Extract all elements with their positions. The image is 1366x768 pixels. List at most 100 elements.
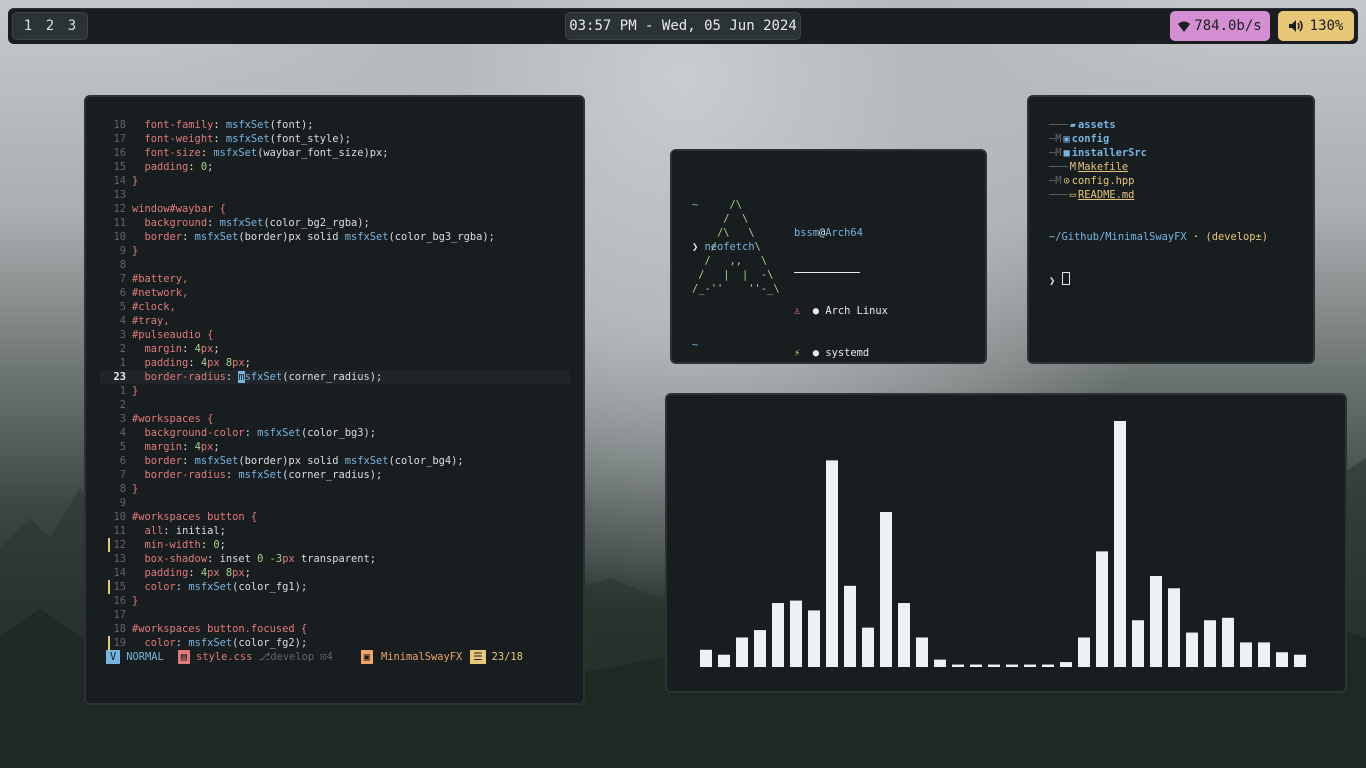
file-name: README.md — [1078, 189, 1135, 201]
line-number: 8 — [119, 259, 126, 271]
code-line[interactable]: 1} — [100, 384, 570, 398]
code-buffer[interactable]: 18 font-family: msfxSet(font); 17 font-we… — [100, 118, 570, 650]
wifi-icon — [1178, 21, 1191, 32]
workspace-3[interactable]: 3 — [66, 18, 78, 34]
arch-logo: /\ / \ /\ \ / \ / ,, \ / | | -\ /_-'' ''… — [692, 199, 780, 295]
prompt-line-2[interactable]: ❯ — [1049, 272, 1268, 288]
line-text: padding: 4px 8px; — [144, 567, 251, 579]
code-line[interactable]: 23 border-radius: msfxSet(corner_radius)… — [100, 370, 570, 384]
code-line[interactable]: 18 font-family: msfxSet(font); — [100, 118, 570, 132]
file-entry[interactable]: ─M ▣ config — [1049, 132, 1147, 146]
code-line[interactable]: 5 #clock, — [100, 300, 570, 314]
visualizer-bar — [1114, 421, 1126, 667]
code-line[interactable]: 3 #pulseaudio { — [100, 328, 570, 342]
line-number: 13 — [113, 189, 126, 201]
tree-prefix: ─── — [1049, 161, 1068, 173]
code-line[interactable]: 9} — [100, 244, 570, 258]
prompt-tilde-2: ~ — [692, 339, 699, 351]
tree-prefix: ─── — [1049, 189, 1068, 201]
workspace-2[interactable]: 2 — [44, 18, 56, 34]
line-text: #workspaces { — [132, 413, 214, 425]
code-line[interactable]: 6 border: msfxSet(border)px solid msfxSe… — [100, 454, 570, 468]
code-line[interactable]: 12 window#waybar { — [100, 202, 570, 216]
code-line[interactable]: 10 border: msfxSet(border)px solid msfxS… — [100, 230, 570, 244]
line-number: 6 — [119, 287, 126, 299]
volume-module[interactable]: 130% — [1278, 11, 1354, 41]
visualizer-bar — [1042, 664, 1054, 667]
neofetch-terminal[interactable]: ~ ❯ neofetch /\ / \ /\ \ / \ / ,, \ / | … — [670, 149, 987, 364]
code-line[interactable]: 14 padding: 4px 8px; — [100, 566, 570, 580]
markdown-icon: ▭ — [1069, 189, 1077, 201]
line-text: font-weight: msfxSet(font_style); — [144, 133, 351, 145]
code-line[interactable]: 19 color: msfxSet(color_fg2); — [100, 636, 570, 650]
line-text: color: msfxSet(color_fg1); — [144, 581, 308, 593]
file-name: config.hpp — [1071, 175, 1135, 187]
code-line[interactable]: 8} — [100, 482, 570, 496]
workspace-1[interactable]: 1 — [22, 18, 34, 34]
audio-visualizer-window[interactable] — [665, 393, 1347, 693]
code-line[interactable]: 11 background: msfxSet(color_bg2_rgba); — [100, 216, 570, 230]
line-number: 12 — [113, 539, 126, 551]
code-line[interactable]: 2 margin: 4px; — [100, 342, 570, 356]
file-entry[interactable]: ─M ⊙ config.hpp — [1049, 174, 1147, 188]
code-line[interactable]: 5 margin: 4px; — [100, 440, 570, 454]
tree-prefix: ─M — [1049, 175, 1062, 187]
file-entry[interactable]: ─── ▭ README.md — [1049, 188, 1147, 202]
code-line[interactable]: 4 #tray, — [100, 314, 570, 328]
line-number: 18 — [113, 623, 126, 635]
code-line[interactable]: 15 color: msfxSet(color_fg1); — [100, 580, 570, 594]
code-line[interactable]: 17 — [100, 608, 570, 622]
file-name: style.css — [196, 651, 253, 663]
code-line[interactable]: 9 — [100, 496, 570, 510]
line-number: 3 — [119, 413, 126, 425]
code-line[interactable]: 13 — [100, 188, 570, 202]
line-number: 1 — [119, 385, 126, 397]
code-line[interactable]: 14} — [100, 174, 570, 188]
line-number: 11 — [113, 525, 126, 537]
line-text: #clock, — [132, 301, 176, 313]
system-info: bssm@Arch64 ♙ ● Arch Linux ⚡ ● systemd ⬡… — [794, 198, 888, 362]
code-line[interactable]: 8 — [100, 258, 570, 272]
line-number: 5 — [119, 441, 126, 453]
code-line[interactable]: 3 #workspaces { — [100, 412, 570, 426]
code-line[interactable]: 17 font-weight: msfxSet(font_style); — [100, 132, 570, 146]
visualizer-bar — [1240, 642, 1252, 667]
line-number: 17 — [113, 609, 126, 621]
code-line[interactable]: 1 padding: 4px 8px; — [100, 356, 570, 370]
line-text: margin: 4px; — [144, 441, 220, 453]
file-entry[interactable]: ─── ▰ assets — [1049, 118, 1147, 132]
visualizer-bar — [988, 664, 1000, 667]
code-line[interactable]: 16 font-size: msfxSet(waybar_font_size)p… — [100, 146, 570, 160]
line-text: font-family: msfxSet(font); — [144, 119, 314, 131]
code-line[interactable]: 10 #workspaces button { — [100, 510, 570, 524]
code-line[interactable]: 7 #battery, — [100, 272, 570, 286]
line-text: #workspaces button { — [132, 511, 258, 523]
code-line[interactable]: 18 #workspaces button.focused { — [100, 622, 570, 636]
file-entry[interactable]: ─M ■ installerSrc — [1049, 146, 1147, 160]
code-line[interactable]: 11 all: initial; — [100, 524, 570, 538]
code-line[interactable]: 12 min-width: 0; — [100, 538, 570, 552]
code-line[interactable]: 2 — [100, 398, 570, 412]
line-number: 14 — [113, 567, 126, 579]
tree-prefix: ─M — [1049, 147, 1062, 159]
code-line[interactable]: 7 border-radius: msfxSet(corner_radius); — [100, 468, 570, 482]
clock[interactable]: 03:57 PM - Wed, 05 Jun 2024 — [565, 12, 801, 40]
code-line[interactable]: 4 background-color: msfxSet(color_bg3); — [100, 426, 570, 440]
network-module[interactable]: 784.0b/s — [1170, 11, 1270, 41]
code-line[interactable]: 15 padding: 0; — [100, 160, 570, 174]
code-line[interactable]: 6 #network, — [100, 286, 570, 300]
code-line[interactable]: 16} — [100, 594, 570, 608]
line-number: 18 — [113, 119, 126, 131]
visualizer-bar — [772, 603, 784, 667]
line-number: 6 — [119, 455, 126, 467]
line-number: 2 — [119, 399, 126, 411]
line-text: } — [132, 483, 139, 495]
folder-open-icon: ▰ — [1069, 119, 1077, 131]
separator — [794, 272, 860, 273]
file-entry[interactable]: ─── M Makefile — [1049, 160, 1147, 174]
code-line[interactable]: 13 box-shadow: inset 0 -3px transparent; — [100, 552, 570, 566]
line-text: color: msfxSet(color_fg2); — [144, 637, 308, 649]
editor-window[interactable]: 18 font-family: msfxSet(font); 17 font-we… — [84, 95, 585, 705]
file-tree-terminal[interactable]: ─── ▰ assets ─M ▣ config ─M ■ installerSrc ─── M Ma… — [1027, 95, 1315, 364]
file-name: Makefile — [1078, 161, 1129, 173]
